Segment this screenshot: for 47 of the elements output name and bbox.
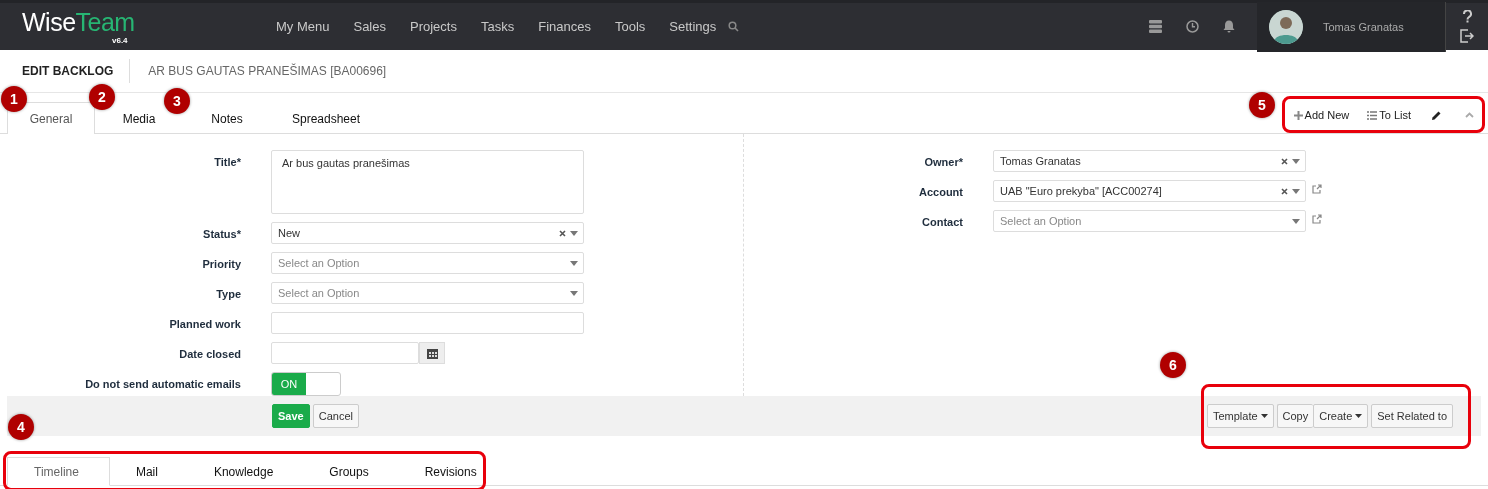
tab[interactable]: Groups [303,457,399,486]
nav-link[interactable]: Sales [341,19,398,34]
select-field[interactable]: New [271,222,584,244]
tab[interactable]: Mail [109,457,188,486]
callout-badge: 2 [89,84,115,110]
page-title: EDIT BACKLOG [0,59,131,83]
select-field[interactable]: Select an Option [993,210,1306,232]
title-field[interactable]: Ar bus gautas pranešimas [271,150,584,214]
app-logo: WiseTeam [22,9,135,34]
tab[interactable]: Revisions [398,457,507,486]
field-label: Type [215,287,241,300]
select-field[interactable]: UAB "Euro prekyba" [ACC00274] [993,180,1306,202]
record-title: AR BUS GAUTAS PRANEŠIMAS [BA00696] [148,64,387,78]
field-label: Owner* [923,155,963,168]
callout-badge: 1 [1,86,27,112]
field-label: Priority [201,257,241,270]
field-label: Planned work [168,317,241,330]
callout-badge: 5 [1249,92,1275,118]
to-list-button[interactable]: To List [1358,109,1420,121]
select-field[interactable]: Tomas Granatas [993,150,1306,172]
field-label: Account [918,185,963,198]
select-field[interactable]: Select an Option [271,252,584,274]
add-new-button[interactable]: Add New [1293,109,1359,121]
cancel-button[interactable]: Cancel [312,404,359,428]
field-label: Status* [202,227,241,240]
callout-badge: 6 [1160,352,1186,378]
version-label: v6.4 [112,35,128,45]
nav-link[interactable]: My Menu [264,19,342,34]
nav-link[interactable]: Settings [657,19,729,34]
action-button[interactable]: Template [1206,404,1274,428]
nav-link[interactable]: Finances [526,19,603,34]
tab[interactable]: Spreadsheet [271,102,381,134]
field-label: Title* [213,155,241,168]
field-label: Date closed [178,347,241,360]
select-field[interactable]: Select an Option [271,282,584,304]
callout-badge: 3 [164,88,190,114]
nav-link[interactable]: Projects [398,19,469,34]
user-name: Tomas Granatas [1323,20,1404,33]
tab[interactable]: Knowledge [187,457,304,486]
field-label: Contact [921,215,963,228]
action-button[interactable]: Set Related to [1371,404,1453,428]
action-button[interactable]: Copy [1276,404,1314,428]
nav-link[interactable]: Tools [602,19,658,34]
field-label: Do not send automatic emails [84,377,241,390]
nav-link[interactable]: Tasks [468,19,527,34]
action-button[interactable]: Create [1313,404,1369,428]
tab[interactable]: Timeline [7,457,110,486]
